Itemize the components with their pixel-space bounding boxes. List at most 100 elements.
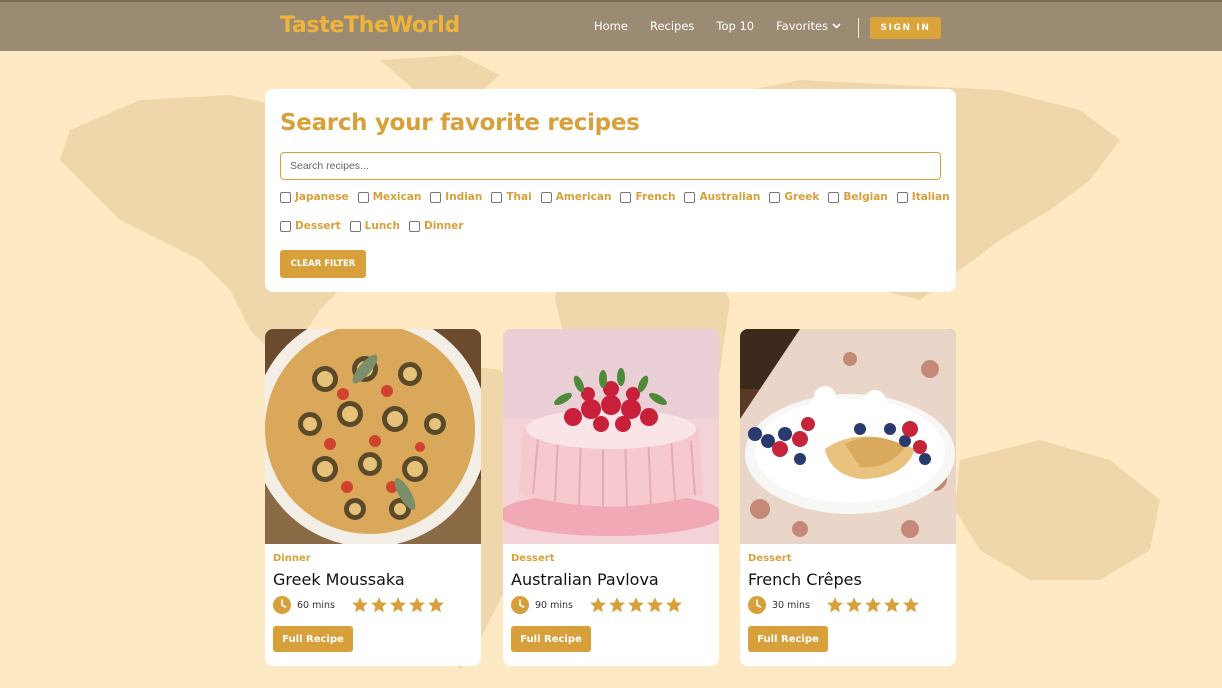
checkbox[interactable] xyxy=(349,220,361,232)
star-icon xyxy=(428,597,444,613)
filter-label: Thai xyxy=(506,191,532,203)
filter-label: Italian xyxy=(911,191,950,203)
filter-dessert[interactable]: Dessert xyxy=(280,220,341,232)
checkbox[interactable] xyxy=(896,191,908,203)
filter-label: French xyxy=(635,191,676,203)
search-input[interactable] xyxy=(280,152,941,180)
filter-greek[interactable]: Greek xyxy=(769,191,819,203)
star-icon xyxy=(846,597,862,613)
filter-japanese[interactable]: Japanese xyxy=(280,191,349,203)
filter-label: Belgian xyxy=(843,191,888,203)
checkbox[interactable] xyxy=(430,191,442,203)
filter-belgian[interactable]: Belgian xyxy=(828,191,888,203)
filter-label: Dessert xyxy=(295,220,341,232)
search-panel: Search your favorite recipes Japanese Me… xyxy=(265,89,956,292)
star-icon xyxy=(390,597,406,613)
star-rating xyxy=(351,596,446,614)
clock-icon xyxy=(748,596,766,614)
star-rating xyxy=(589,596,684,614)
meal-filters: Dessert Lunch Dinner xyxy=(280,220,473,232)
filter-label: Dinner xyxy=(424,220,464,232)
crepes-photo xyxy=(740,329,956,544)
full-recipe-button[interactable]: Full Recipe xyxy=(273,626,353,652)
star-icon xyxy=(903,597,919,613)
nav-favorites-label: Favorites xyxy=(776,19,829,33)
star-icon xyxy=(666,597,682,613)
filter-indian[interactable]: Indian xyxy=(430,191,482,203)
pavlova-photo xyxy=(503,329,719,544)
filter-label: Lunch xyxy=(364,220,400,232)
site-logo[interactable]: TasteTheWorld xyxy=(280,13,460,38)
card-title: French Crêpes xyxy=(748,570,862,589)
cook-time: 90 mins xyxy=(535,599,573,611)
star-icon xyxy=(628,597,644,613)
card-title: Australian Pavlova xyxy=(511,570,659,589)
card-meta: 30 mins xyxy=(748,596,921,614)
recipe-card: Dessert French Crêpes 30 mins Full Recip… xyxy=(740,329,956,666)
card-category: Dinner xyxy=(273,553,311,564)
filter-french[interactable]: French xyxy=(620,191,675,203)
filter-label: Greek xyxy=(784,191,820,203)
nav-top10-label: Top 10 xyxy=(716,19,755,33)
star-icon xyxy=(590,597,606,613)
star-icon xyxy=(827,597,843,613)
checkbox[interactable] xyxy=(280,191,291,203)
star-icon xyxy=(352,597,368,613)
search-title: Search your favorite recipes xyxy=(280,110,640,136)
star-icon xyxy=(371,597,387,613)
main-nav: Home Recipes Top 10 Favorites xyxy=(594,19,863,33)
cook-time: 60 mins xyxy=(297,599,335,611)
recipe-card: Dessert Australian Pavlova 90 mins Full … xyxy=(503,329,719,666)
clock-icon xyxy=(511,596,529,614)
checkbox[interactable] xyxy=(540,191,552,203)
checkbox[interactable] xyxy=(620,191,632,203)
nav-top10[interactable]: Top 10 xyxy=(716,19,754,33)
card-title: Greek Moussaka xyxy=(273,570,405,589)
nav-recipes-label: Recipes xyxy=(649,19,695,33)
filter-dinner[interactable]: Dinner xyxy=(409,220,464,232)
card-meta: 60 mins xyxy=(273,596,446,614)
checkbox[interactable] xyxy=(828,191,840,203)
chevron-down-icon xyxy=(832,23,841,29)
full-recipe-button[interactable]: Full Recipe xyxy=(748,626,828,652)
filter-label: Indian xyxy=(445,191,483,203)
filter-thai[interactable]: Thai xyxy=(491,191,532,203)
card-category: Dessert xyxy=(511,553,555,564)
clear-filter-button[interactable]: CLEAR FILTER xyxy=(280,250,366,278)
checkbox[interactable] xyxy=(280,220,291,232)
nav-divider xyxy=(858,18,859,38)
sign-in-button[interactable]: SIGN IN xyxy=(870,17,941,39)
star-icon xyxy=(409,597,425,613)
filter-australian[interactable]: Australian xyxy=(684,191,760,203)
filter-italian[interactable]: Italian xyxy=(896,191,950,203)
filter-label: American xyxy=(555,191,612,203)
checkbox[interactable] xyxy=(409,220,420,232)
cook-time: 30 mins xyxy=(772,599,810,611)
nav-favorites-dropdown[interactable]: Favorites xyxy=(776,19,841,33)
filter-mexican[interactable]: Mexican xyxy=(357,191,422,203)
checkbox[interactable] xyxy=(491,191,503,203)
nav-home-label: Home xyxy=(594,19,628,33)
star-icon xyxy=(647,597,663,613)
cuisine-filters: Japanese Mexican Indian Thai American Fr… xyxy=(280,191,959,203)
card-category: Dessert xyxy=(748,553,792,564)
nav-recipes[interactable]: Recipes xyxy=(650,19,694,33)
checkbox[interactable] xyxy=(357,191,369,203)
checkbox[interactable] xyxy=(684,191,696,203)
star-icon xyxy=(609,597,625,613)
top-navbar: TasteTheWorld Home Recipes Top 10 Favori… xyxy=(0,0,1222,51)
star-icon xyxy=(865,597,881,613)
clock-icon xyxy=(273,596,291,614)
nav-home[interactable]: Home xyxy=(594,19,628,33)
moussaka-photo xyxy=(265,329,481,544)
filter-label: Australian xyxy=(699,191,761,203)
filter-label: Japanese xyxy=(295,191,349,203)
checkbox[interactable] xyxy=(769,191,781,203)
star-rating xyxy=(826,596,921,614)
star-icon xyxy=(884,597,900,613)
filter-lunch[interactable]: Lunch xyxy=(349,220,400,232)
filter-label: Mexican xyxy=(372,191,422,203)
full-recipe-button[interactable]: Full Recipe xyxy=(511,626,591,652)
card-meta: 90 mins xyxy=(511,596,684,614)
filter-american[interactable]: American xyxy=(540,191,612,203)
